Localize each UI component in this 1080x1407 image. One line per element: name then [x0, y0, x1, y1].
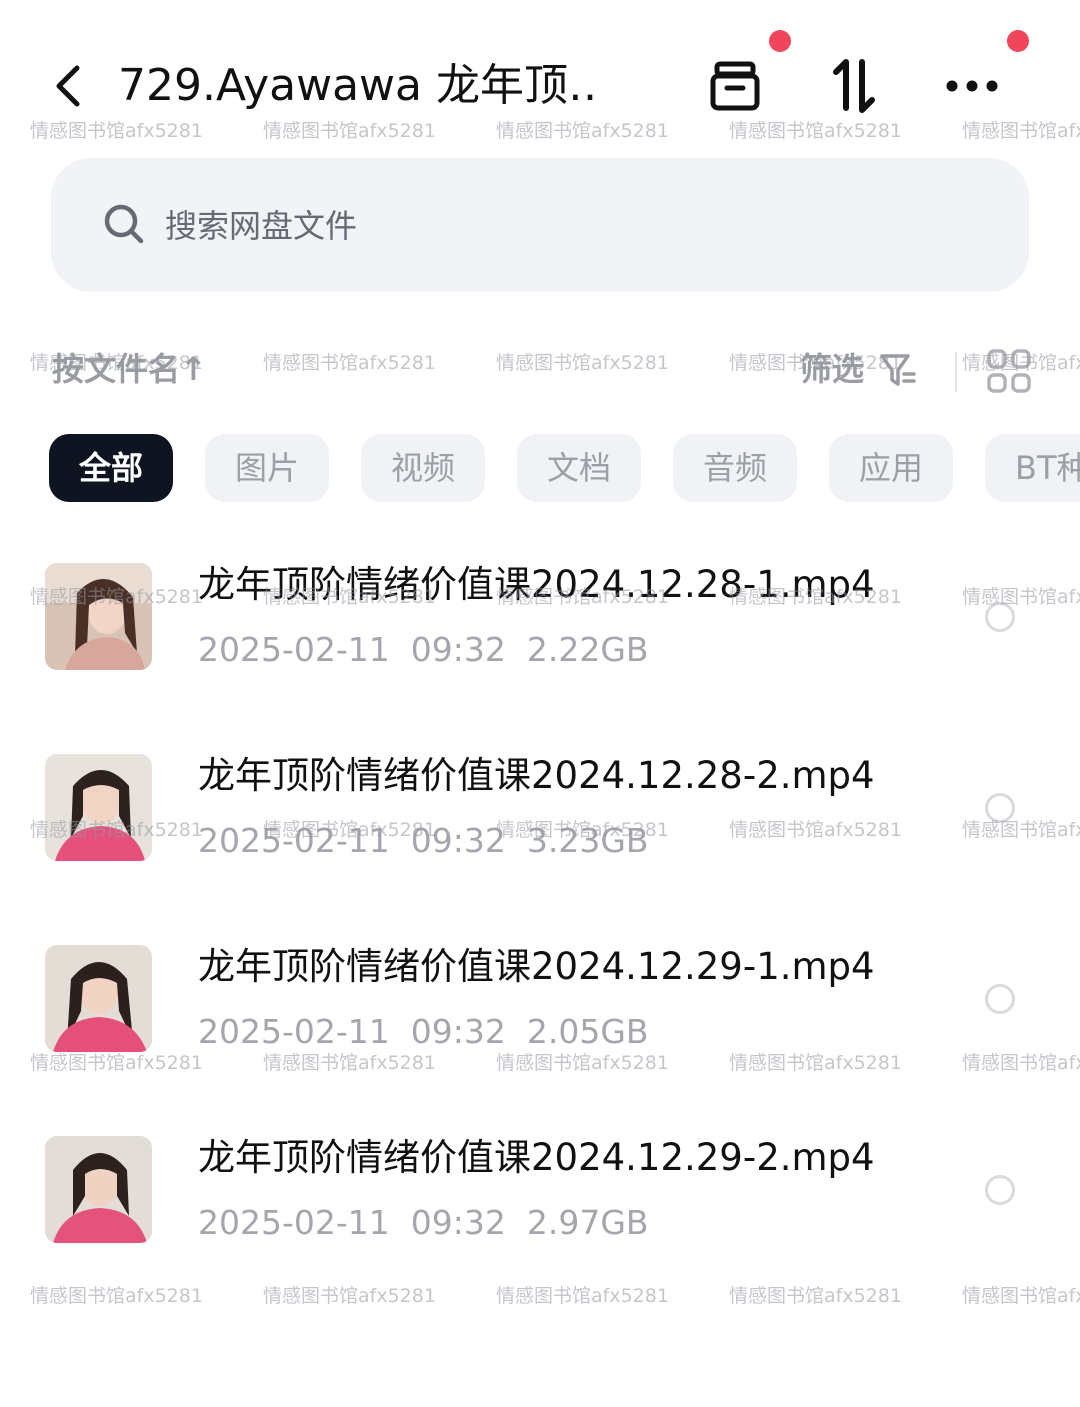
chip-audio[interactable]: 音频 — [673, 434, 797, 502]
file-item[interactable]: 龙年顶阶情绪价值课2024.12.28-1.mp4 2025-02-11 09:… — [0, 563, 1080, 713]
chip-all[interactable]: 全部 — [49, 434, 173, 502]
file-meta: 2025-02-11 09:32 3.23GB — [198, 821, 649, 860]
watermark: 情感图书馆afx5281 — [30, 1285, 203, 1307]
chip-images[interactable]: 图片 — [205, 434, 329, 502]
video-thumbnail — [45, 1136, 152, 1243]
notification-badge — [769, 30, 791, 52]
chip-documents[interactable]: 文档 — [517, 434, 641, 502]
transfer-icon — [833, 59, 875, 113]
watermark: 情感图书馆afx5281 — [962, 1285, 1080, 1307]
archive-button[interactable] — [699, 50, 771, 122]
notification-badge — [1007, 30, 1029, 52]
filter-button[interactable]: 筛选 — [800, 344, 864, 394]
select-checkbox[interactable] — [985, 793, 1015, 823]
chevron-left-icon — [56, 65, 80, 107]
video-thumbnail — [45, 563, 152, 670]
search-input[interactable] — [163, 198, 967, 254]
top-bar: 729.Ayawawa 龙年顶… — [0, 0, 1080, 160]
file-meta: 2025-02-11 09:32 2.05GB — [198, 1012, 649, 1051]
more-icon — [946, 80, 998, 92]
sort-by-name-button[interactable]: 按文件名↑ — [52, 344, 207, 394]
grid-icon[interactable] — [986, 348, 1032, 394]
select-checkbox[interactable] — [985, 602, 1015, 632]
file-item[interactable]: 龙年顶阶情绪价值课2024.12.28-2.mp4 2025-02-11 09:… — [0, 754, 1080, 904]
filter-icon[interactable] — [878, 350, 918, 390]
file-item[interactable]: 龙年顶阶情绪价值课2024.12.29-1.mp4 2025-02-11 09:… — [0, 945, 1080, 1095]
file-item[interactable]: 龙年顶阶情绪价值课2024.12.29-2.mp4 2025-02-11 09:… — [0, 1136, 1080, 1286]
watermark: 情感图书馆afx5281 — [729, 1285, 902, 1307]
watermark: 情感图书馆afx5281 — [496, 1285, 669, 1307]
watermark: 情感图书馆afx5281 — [263, 1285, 436, 1307]
search-bar[interactable] — [51, 158, 1029, 292]
select-checkbox[interactable] — [985, 1175, 1015, 1205]
page-title: 729.Ayawawa 龙年顶… — [118, 60, 598, 111]
select-checkbox[interactable] — [985, 984, 1015, 1014]
chip-bt-seeds[interactable]: BT种 — [985, 434, 1080, 502]
transfer-button[interactable] — [818, 50, 890, 122]
video-thumbnail — [45, 754, 152, 861]
back-button[interactable] — [44, 58, 92, 114]
file-meta: 2025-02-11 09:32 2.97GB — [198, 1203, 649, 1242]
file-meta: 2025-02-11 09:32 2.22GB — [198, 630, 649, 669]
archive-icon — [710, 61, 760, 111]
file-name: 龙年顶阶情绪价值课2024.12.29-2.mp4 — [198, 1136, 875, 1179]
file-name: 龙年顶阶情绪价值课2024.12.28-2.mp4 — [198, 754, 875, 797]
file-name: 龙年顶阶情绪价值课2024.12.28-1.mp4 — [198, 563, 875, 606]
sort-filter-bar: 按文件名↑ 筛选 — [0, 330, 1080, 410]
video-thumbnail — [45, 945, 152, 1052]
divider — [955, 352, 957, 392]
file-name: 龙年顶阶情绪价值课2024.12.29-1.mp4 — [198, 945, 875, 988]
chip-videos[interactable]: 视频 — [361, 434, 485, 502]
search-icon — [101, 201, 149, 249]
file-browser-screen: 729.Ayawawa 龙年顶… 搜索网盘文件 按文件名↑ 筛选 全部 图片 视… — [0, 0, 1080, 1407]
category-tabs: 全部 图片 视频 文档 音频 应用 BT种 — [0, 434, 1080, 506]
more-button[interactable] — [936, 50, 1008, 122]
chip-apps[interactable]: 应用 — [829, 434, 953, 502]
